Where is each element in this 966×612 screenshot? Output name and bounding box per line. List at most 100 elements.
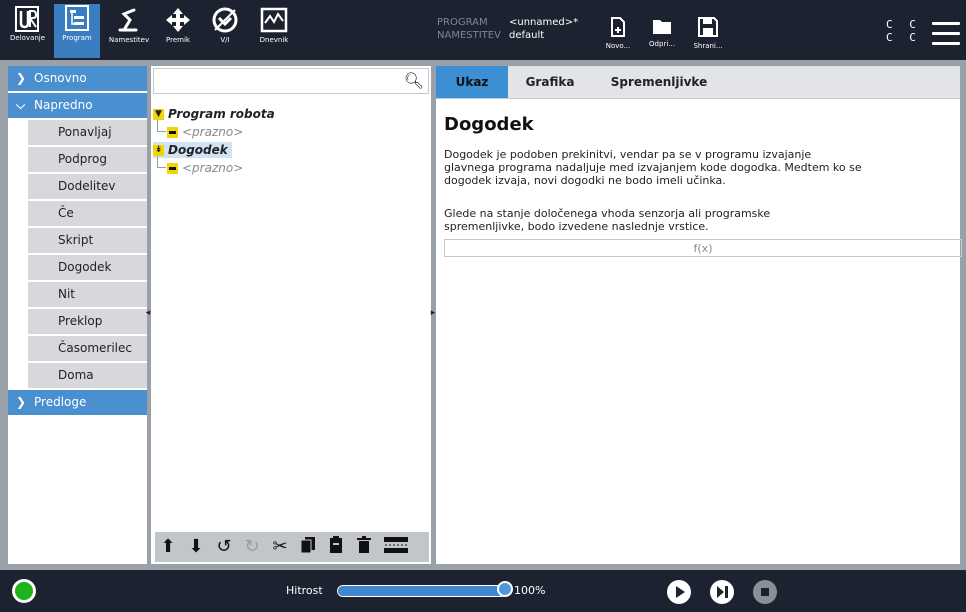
nav-installation[interactable]: Namestitev <box>106 6 152 58</box>
paste-icon[interactable] <box>325 536 347 558</box>
suppress-icon[interactable] <box>381 536 411 558</box>
play-button[interactable] <box>667 580 691 604</box>
program-key: PROGRAM <box>437 17 488 28</box>
chevron-right-icon: ❯ <box>16 395 27 409</box>
redo-icon[interactable]: ↻ <box>241 536 263 558</box>
category-basic-label: Osnovno <box>34 71 87 85</box>
tab-command[interactable]: Ukaz <box>436 66 508 98</box>
speed-value: 100% <box>514 584 546 597</box>
nav-move[interactable]: Premik <box>160 6 196 58</box>
expression-input[interactable]: f(x) <box>444 239 962 257</box>
sidebar-item-thread[interactable]: Nit <box>28 282 147 309</box>
save-label: Shrani... <box>693 42 723 50</box>
new-file-icon <box>611 17 625 37</box>
sidebar-item-loop[interactable]: Ponavljaj <box>28 120 147 147</box>
tree-connector <box>157 120 166 132</box>
tree-node-event-label: Dogodek <box>168 143 228 157</box>
tree-node-empty-2-label: <prazno> <box>182 161 244 175</box>
program-info: PROGRAM <unnamed>* NAMESTITEV default <box>437 16 578 42</box>
tree-node-empty-1[interactable]: <prazno> <box>167 125 243 139</box>
nav-run[interactable]: Delovanje <box>10 6 46 58</box>
sidebar-item-subprogram[interactable]: Podprog <box>28 147 147 174</box>
speed-label: Hitrost <box>286 584 323 597</box>
move-up-icon[interactable]: ⬆︎ <box>157 536 179 558</box>
cc-line-2: C C <box>886 31 921 44</box>
category-advanced[interactable]: ⌵ Napredno <box>8 93 147 120</box>
nav-io-label: V/I <box>220 36 230 44</box>
hamburger-menu-icon[interactable] <box>932 22 960 52</box>
panel-tabs: Ukaz Grafika Spremenljivke <box>436 66 960 99</box>
category-templates[interactable]: ❯ Predloge <box>8 390 147 417</box>
nav-installation-label: Namestitev <box>108 36 150 44</box>
tab-variables[interactable]: Spremenljivke <box>594 66 724 98</box>
stop-icon <box>761 588 769 596</box>
empty-node-icon <box>167 127 178 138</box>
nav-log[interactable]: Dnevnik <box>254 6 294 58</box>
tree-search-input[interactable]: 🔍︎ <box>153 68 429 94</box>
nav-program[interactable]: Program <box>54 4 100 58</box>
event-icon: ↡ <box>153 145 164 156</box>
stop-button[interactable] <box>753 580 777 604</box>
step-button[interactable] <box>710 580 734 604</box>
new-label: Novo... <box>605 42 631 50</box>
tab-graphics[interactable]: Grafika <box>512 66 588 98</box>
tree-node-root[interactable]: ▼ Program robota <box>153 107 275 121</box>
cc-line-1: C C <box>886 18 921 31</box>
category-basic[interactable]: ❯ Osnovno <box>8 66 147 93</box>
sidebar-item-script[interactable]: Skript <box>28 228 147 255</box>
tree-node-event[interactable]: ↡ Dogodek <box>153 142 232 158</box>
delete-icon[interactable] <box>353 536 375 558</box>
installation-key: NAMESTITEV <box>437 30 501 41</box>
command-panel: Ukaz Grafika Spremenljivke Dogodek Dogod… <box>436 66 962 564</box>
chevron-right-icon: ❯ <box>16 71 27 85</box>
nav-move-label: Premik <box>166 36 190 44</box>
sidebar-item-timer[interactable]: Časomerilec <box>28 336 147 363</box>
robot-status-icon[interactable] <box>12 579 36 603</box>
program-tree-panel: 🔍︎ ▼ Program robota <prazno> ↡ Dogodek <pr… <box>151 66 431 564</box>
sidebar-item-if[interactable]: Če <box>28 201 147 228</box>
command-sidebar: ❯ Osnovno ⌵ Napredno Ponavljaj Podprog Dod… <box>8 66 147 564</box>
event-condition-description: Glede na stanje določenega vhoda senzorj… <box>444 207 771 233</box>
empty-node-icon <box>167 163 178 174</box>
copy-icon[interactable] <box>297 536 319 558</box>
nav-program-label: Program <box>62 34 92 42</box>
undo-icon[interactable]: ↺ <box>213 536 235 558</box>
tree-connector <box>157 156 166 168</box>
sidebar-item-home[interactable]: Doma <box>28 363 147 390</box>
search-icon[interactable]: 🔍︎ <box>404 71 424 90</box>
sidebar-item-event[interactable]: Dogodek <box>28 255 147 282</box>
chevron-down-icon: ⌵ <box>16 98 26 112</box>
io-icon <box>212 7 238 33</box>
speed-slider[interactable] <box>337 585 507 597</box>
installation-icon <box>118 8 138 32</box>
nav-run-label: Delovanje <box>10 34 46 42</box>
tree-node-root-label: Program robota <box>168 107 275 121</box>
panel-title: Dogodek <box>444 114 534 135</box>
cut-icon[interactable]: ✂︎ <box>269 536 291 558</box>
category-templates-label: Predloge <box>34 395 87 409</box>
save-button[interactable]: Shrani... <box>686 17 730 50</box>
category-advanced-label: Napredno <box>34 98 93 112</box>
tree-node-empty-1-label: <prazno> <box>182 125 244 139</box>
step-icon <box>717 586 728 598</box>
tree-node-empty-2[interactable]: <prazno> <box>167 161 243 175</box>
open-label: Odpri... <box>649 40 675 48</box>
speed-slider-fill <box>338 586 506 596</box>
sidebar-item-switch[interactable]: Preklop <box>28 309 147 336</box>
cc-indicator[interactable]: C C C C <box>886 18 921 44</box>
ur-logo-icon <box>15 6 39 32</box>
open-button[interactable]: Odpri... <box>640 17 684 48</box>
footer-bar: Hitrost 100% <box>0 570 966 612</box>
save-icon <box>698 17 718 37</box>
move-down-icon[interactable]: ⬇︎ <box>185 536 207 558</box>
log-icon <box>260 7 288 33</box>
sidebar-item-assignment[interactable]: Dodelitev <box>28 174 147 201</box>
event-description: Dogodek je podoben prekinitvi, vendar pa… <box>444 148 862 187</box>
program-icon <box>65 5 89 31</box>
collapse-triangle-icon[interactable]: ▼ <box>153 109 164 120</box>
speed-slider-handle[interactable] <box>497 581 513 597</box>
program-value: <unnamed>* <box>509 17 579 28</box>
new-button[interactable]: Novo... <box>596 17 640 50</box>
folder-icon <box>653 20 671 34</box>
nav-io[interactable]: V/I <box>208 6 242 58</box>
